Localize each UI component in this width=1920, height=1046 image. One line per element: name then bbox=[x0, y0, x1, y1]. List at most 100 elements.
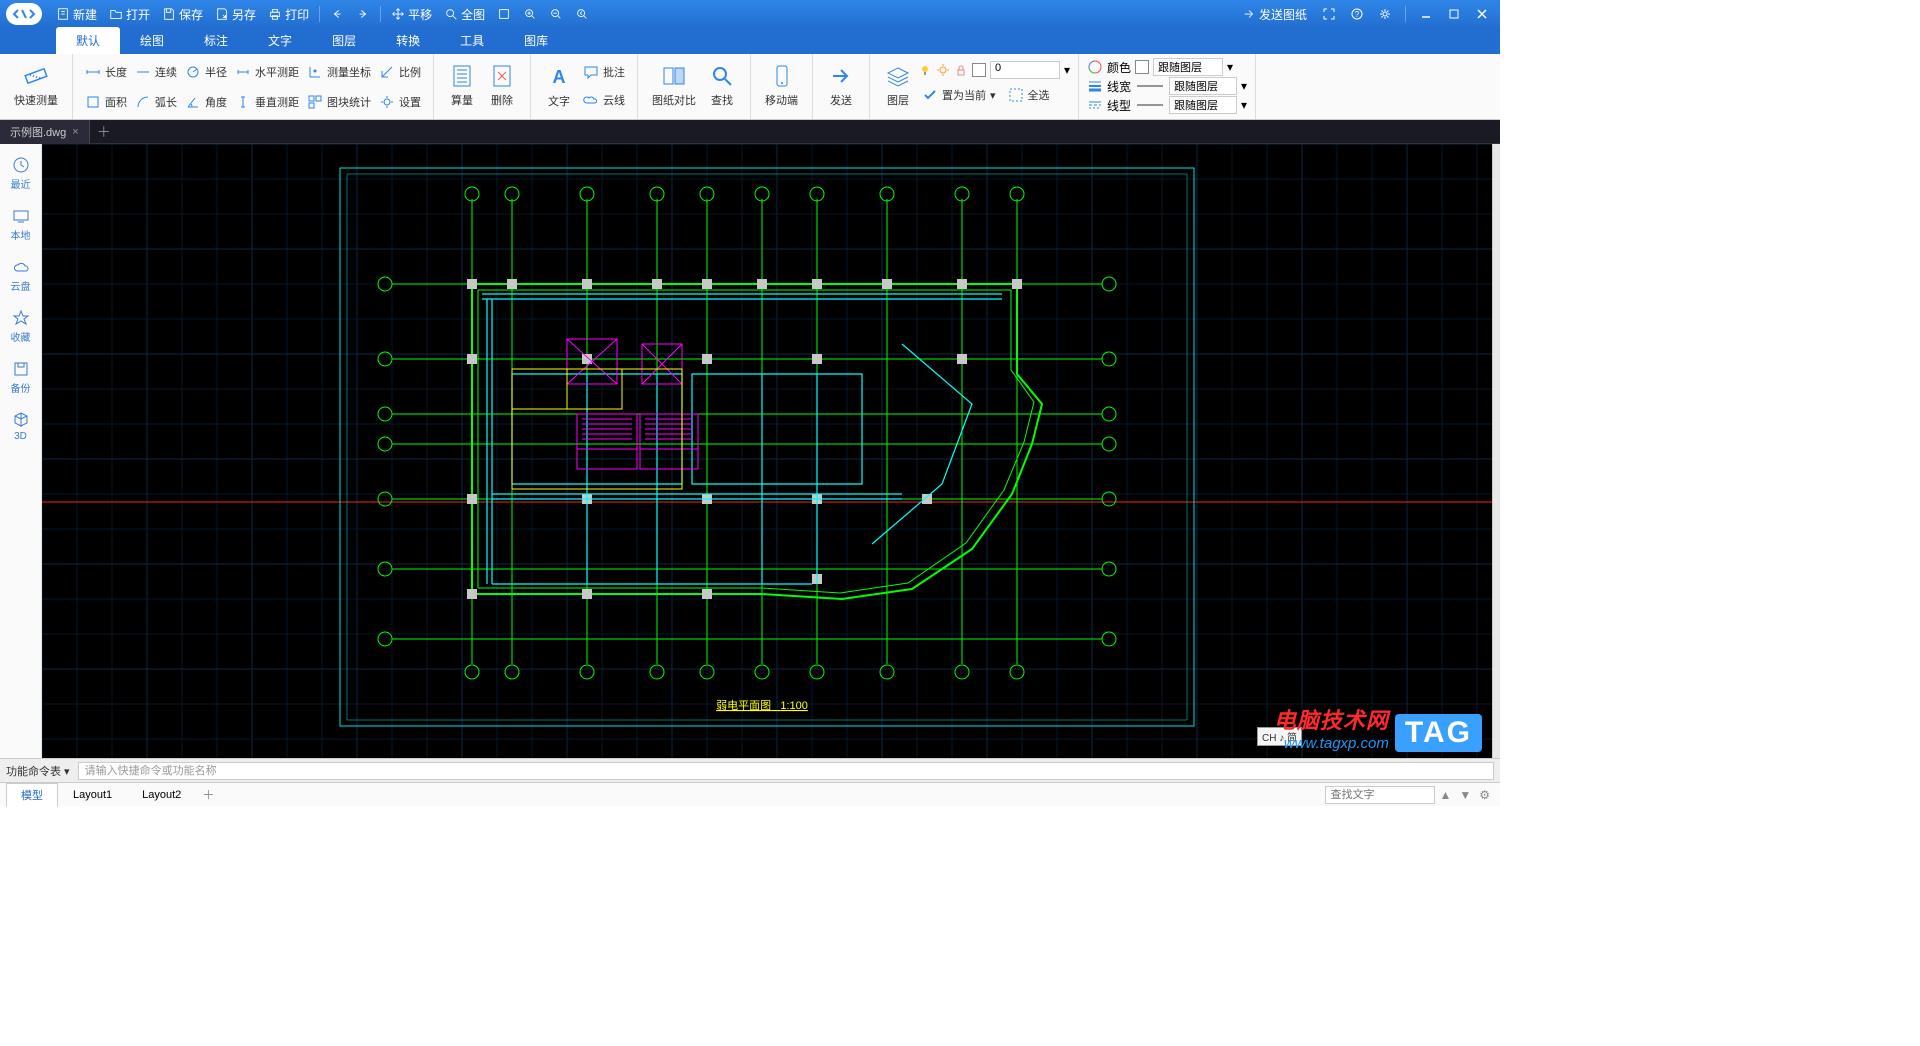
radius-button[interactable]: 半径 bbox=[181, 58, 231, 86]
lock-icon bbox=[954, 63, 968, 77]
help-button[interactable]: ? bbox=[1345, 2, 1369, 26]
zoomall-button[interactable]: 全图 bbox=[438, 0, 491, 28]
hdist-button[interactable]: 水平测距 bbox=[231, 58, 303, 86]
3d-button[interactable]: 3D bbox=[8, 407, 34, 446]
find-button[interactable]: 查找 bbox=[702, 58, 742, 112]
columns bbox=[467, 279, 1022, 599]
sun-icon bbox=[936, 63, 950, 77]
lineweight-preview bbox=[1135, 80, 1165, 92]
selall-button[interactable]: 全选 bbox=[1004, 81, 1054, 109]
color-wheel-icon bbox=[1087, 59, 1103, 75]
color-select[interactable]: 跟随图层 bbox=[1153, 58, 1223, 76]
layout-tab-2[interactable]: Layout2 bbox=[127, 785, 196, 805]
lineweight-select[interactable]: 跟随图层 bbox=[1169, 77, 1237, 95]
menu-tools[interactable]: 工具 bbox=[440, 27, 504, 54]
zoom-prev-button[interactable] bbox=[569, 0, 595, 28]
mobile-button[interactable]: 移动端 bbox=[759, 58, 804, 112]
document-tab[interactable]: 示例图.dwg × bbox=[0, 120, 90, 144]
layer-state-row[interactable]: 0 ▾ bbox=[918, 61, 1070, 79]
maximize-button[interactable] bbox=[1442, 2, 1466, 26]
menu-text[interactable]: 文字 bbox=[248, 27, 312, 54]
menu-draw[interactable]: 绘图 bbox=[120, 27, 184, 54]
add-layout-button[interactable]: ＋ bbox=[202, 786, 214, 803]
svg-text:?: ? bbox=[1355, 10, 1360, 19]
arc-button[interactable]: 弧长 bbox=[131, 88, 181, 116]
continuous-button[interactable]: 连续 bbox=[131, 58, 181, 86]
text-button[interactable]: A文字 bbox=[539, 58, 579, 114]
linetype-select[interactable]: 跟随图层 bbox=[1169, 96, 1237, 114]
dropdown-icon[interactable]: ▾ bbox=[1064, 63, 1070, 77]
layer-select[interactable]: 0 bbox=[990, 61, 1060, 79]
annotate-button[interactable]: 批注 bbox=[579, 58, 629, 86]
menu-convert[interactable]: 转换 bbox=[376, 27, 440, 54]
backup-button[interactable]: 备份 bbox=[7, 356, 35, 399]
zoom-window-button[interactable] bbox=[491, 0, 517, 28]
lineweight-prop-row[interactable]: 线宽 跟随图层▾ bbox=[1087, 77, 1247, 95]
find-settings-icon[interactable]: ⚙ bbox=[1475, 788, 1494, 802]
cloud-button[interactable]: 云线 bbox=[579, 86, 629, 114]
coord-button[interactable]: 测量坐标 bbox=[303, 58, 375, 86]
command-input[interactable] bbox=[78, 762, 1494, 780]
calc-button[interactable]: 算量 bbox=[442, 58, 482, 112]
watermark-line1: 电脑技术网 bbox=[1274, 703, 1389, 735]
print-button[interactable]: 打印 bbox=[262, 0, 315, 28]
measure-settings-button[interactable]: 设置 bbox=[375, 88, 425, 116]
open-button[interactable]: 打开 bbox=[103, 0, 156, 28]
length-button[interactable]: 长度 bbox=[81, 58, 131, 86]
blockstat-button[interactable]: 图块统计 bbox=[303, 88, 375, 116]
left-sidebar: 最近 本地 云盘 收藏 备份 3D bbox=[0, 144, 42, 758]
menu-library[interactable]: 图库 bbox=[504, 27, 568, 54]
close-tab-icon[interactable]: × bbox=[72, 126, 78, 138]
zoom-out-button[interactable] bbox=[543, 0, 569, 28]
save-button[interactable]: 保存 bbox=[156, 0, 209, 28]
layout-tab-1[interactable]: Layout1 bbox=[58, 785, 127, 805]
gridlines-green bbox=[378, 187, 1116, 679]
scale-button[interactable]: 比例 bbox=[375, 58, 425, 86]
compare-button[interactable]: 图纸对比 bbox=[646, 58, 702, 112]
vdist-button[interactable]: 垂直测距 bbox=[231, 88, 303, 116]
lineweight-icon bbox=[1087, 78, 1103, 94]
linetype-prop-row[interactable]: 线型 跟随图层▾ bbox=[1087, 96, 1247, 114]
color-swatch bbox=[1135, 60, 1149, 74]
find-prev-icon[interactable]: ▲ bbox=[1435, 788, 1455, 802]
new-button[interactable]: 新建 bbox=[50, 0, 103, 28]
color-prop-row[interactable]: 颜色 跟随图层▾ bbox=[1087, 58, 1247, 76]
send-drawing-button[interactable]: 发送图纸 bbox=[1236, 0, 1313, 28]
find-next-icon[interactable]: ▼ bbox=[1455, 788, 1475, 802]
undo-button[interactable] bbox=[324, 0, 350, 28]
recent-button[interactable]: 最近 bbox=[7, 152, 35, 195]
area-button[interactable]: 面积 bbox=[81, 88, 131, 116]
document-tabs: 示例图.dwg × ＋ bbox=[0, 120, 1500, 144]
saveas-button[interactable]: 另存 bbox=[209, 0, 262, 28]
menu-default[interactable]: 默认 bbox=[56, 27, 120, 54]
add-tab-button[interactable]: ＋ bbox=[94, 122, 114, 142]
command-table-button[interactable]: 功能命令表 ▾ bbox=[6, 763, 70, 779]
quick-measure-button[interactable]: 快速测量 bbox=[8, 58, 64, 112]
prop-label: 线宽 bbox=[1107, 78, 1131, 95]
find-text-input[interactable] bbox=[1325, 786, 1435, 804]
right-panel-collapsed[interactable] bbox=[1492, 144, 1500, 758]
send-button[interactable]: 发送 bbox=[821, 58, 861, 112]
fullscreen-button[interactable] bbox=[1317, 2, 1341, 26]
layers-button[interactable]: 图层 bbox=[878, 58, 918, 112]
delete-button[interactable]: 删除 bbox=[482, 58, 522, 112]
drawing-canvas[interactable]: 弱电平面图 1:100 CH ♪ 简 电脑技术网 www.tagxp.com T… bbox=[42, 144, 1492, 758]
watermark-line2: www.tagxp.com bbox=[1274, 735, 1389, 752]
prop-label: 线型 bbox=[1107, 97, 1131, 114]
menu-layer[interactable]: 图层 bbox=[312, 27, 376, 54]
settings-button[interactable] bbox=[1373, 2, 1397, 26]
close-button[interactable] bbox=[1470, 2, 1494, 26]
cloud-button[interactable]: 云盘 bbox=[7, 254, 35, 297]
menu-annotate[interactable]: 标注 bbox=[184, 27, 248, 54]
favorite-button[interactable]: 收藏 bbox=[7, 305, 35, 348]
zoom-in-button[interactable] bbox=[517, 0, 543, 28]
linetype-preview bbox=[1135, 99, 1165, 111]
layer-color-swatch bbox=[972, 63, 986, 77]
angle-button[interactable]: 角度 bbox=[181, 88, 231, 116]
redo-button[interactable] bbox=[350, 0, 376, 28]
setcurrent-button[interactable]: 置为当前 ▾ bbox=[918, 81, 1000, 109]
minimize-button[interactable] bbox=[1414, 2, 1438, 26]
pan-button[interactable]: 平移 bbox=[385, 0, 438, 28]
local-button[interactable]: 本地 bbox=[7, 203, 35, 246]
layout-tab-model[interactable]: 模型 bbox=[6, 783, 58, 807]
